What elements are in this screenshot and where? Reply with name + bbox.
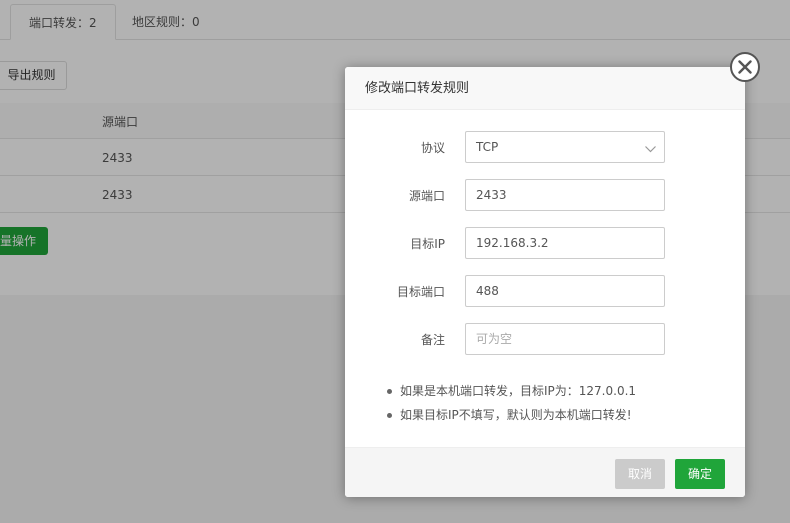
edit-port-forward-dialog: 修改端口转发规则 协议 TCP 源端口 目标IP 目标端口 备注 如果是本机端口…: [345, 67, 745, 497]
confirm-button[interactable]: 确定: [675, 459, 725, 489]
protocol-select[interactable]: TCP: [465, 131, 665, 163]
source-port-input[interactable]: [465, 179, 665, 211]
target-port-input[interactable]: [465, 275, 665, 307]
help-tips: 如果是本机端口转发，目标IP为：127.0.0.1 如果目标IP不填写，默认则为…: [385, 384, 725, 432]
target-ip-row: 目标IP: [345, 227, 745, 259]
target-port-row: 目标端口: [345, 275, 745, 307]
tip-item: 如果目标IP不填写，默认则为本机端口转发!: [385, 408, 725, 432]
target-ip-input[interactable]: [465, 227, 665, 259]
protocol-label: 协议: [420, 141, 445, 155]
remark-input[interactable]: [465, 323, 665, 355]
tip-item: 如果是本机端口转发，目标IP为：127.0.0.1: [385, 384, 725, 408]
target-ip-label: 目标IP: [410, 237, 445, 251]
source-port-row: 源端口: [345, 179, 745, 211]
cancel-button[interactable]: 取消: [615, 459, 665, 489]
remark-label: 备注: [420, 333, 445, 347]
remark-row: 备注: [345, 323, 745, 355]
close-icon[interactable]: [730, 52, 760, 82]
chevron-down-icon: [645, 142, 656, 156]
protocol-row: 协议 TCP: [345, 131, 745, 163]
source-port-label: 源端口: [408, 189, 445, 203]
dialog-footer: 取消 确定: [345, 447, 745, 497]
dialog-title: 修改端口转发规则: [345, 67, 745, 110]
target-port-label: 目标端口: [396, 285, 445, 299]
